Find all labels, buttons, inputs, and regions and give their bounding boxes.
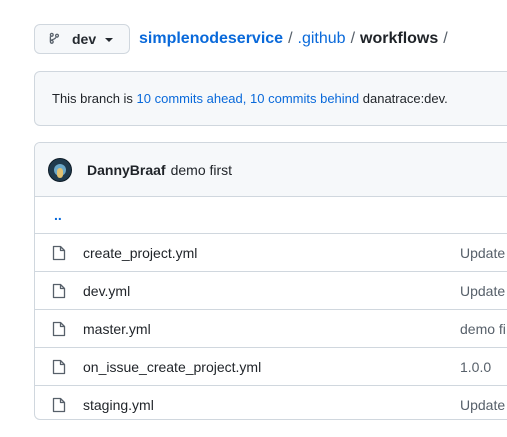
file-name-link[interactable]: on_issue_create_project.yml (83, 359, 261, 375)
file-commit-message[interactable]: demo fi (460, 321, 506, 337)
branch-select-button[interactable]: dev (34, 24, 130, 54)
banner-prefix: This branch is (52, 91, 137, 106)
branch-status-banner: This branch is 10 commits ahead, 10 comm… (34, 71, 507, 126)
list-item[interactable]: on_issue_create_project.yml 1.0.0 (35, 348, 507, 386)
file-icon (52, 321, 66, 337)
chevron-down-icon (105, 38, 114, 42)
file-commit-message[interactable]: Update (460, 283, 505, 299)
file-icon (52, 245, 66, 261)
file-icon (52, 283, 66, 299)
parent-directory-link[interactable]: .. (35, 197, 507, 234)
file-name-link[interactable]: create_project.yml (83, 245, 197, 261)
file-icon (52, 397, 66, 413)
breadcrumb-github-link[interactable]: .github (298, 30, 346, 48)
avatar[interactable] (48, 157, 72, 182)
latest-commit-row: DannyBraaf demo first (35, 143, 507, 197)
list-item[interactable]: dev.yml Update (35, 272, 507, 310)
commits-ahead-link[interactable]: 10 commits ahead, (137, 91, 247, 106)
file-name-link[interactable]: dev.yml (83, 283, 130, 299)
commit-message-link[interactable]: demo first (171, 162, 232, 178)
file-name-link[interactable]: master.yml (83, 321, 151, 337)
list-item[interactable]: staging.yml Update (35, 386, 507, 419)
git-branch-icon (49, 32, 59, 44)
breadcrumb-current: workflows (360, 30, 439, 47)
branch-name: dev (72, 31, 97, 47)
commit-author-link[interactable]: DannyBraaf (87, 162, 166, 178)
commits-behind-link[interactable]: 10 commits behind (250, 91, 359, 106)
breadcrumb-separator: / (443, 30, 448, 47)
banner-target: danatrace:dev. (359, 91, 448, 106)
file-list: DannyBraaf demo first .. create_project.… (34, 142, 507, 420)
file-name-link[interactable]: staging.yml (83, 397, 154, 413)
list-item[interactable]: master.yml demo fi (35, 310, 507, 348)
file-commit-message[interactable]: Update (460, 245, 505, 261)
list-item[interactable]: create_project.yml Update (35, 234, 507, 272)
file-commit-message[interactable]: 1.0.0 (460, 359, 491, 375)
breadcrumb-repo-link[interactable]: simplenodeservice (139, 30, 283, 48)
file-icon (52, 359, 66, 375)
breadcrumb-separator: / (350, 30, 356, 47)
breadcrumb: simplenodeservice / .github / workflows … (139, 30, 453, 48)
file-commit-message[interactable]: Update (460, 397, 505, 413)
breadcrumb-separator: / (288, 30, 293, 47)
